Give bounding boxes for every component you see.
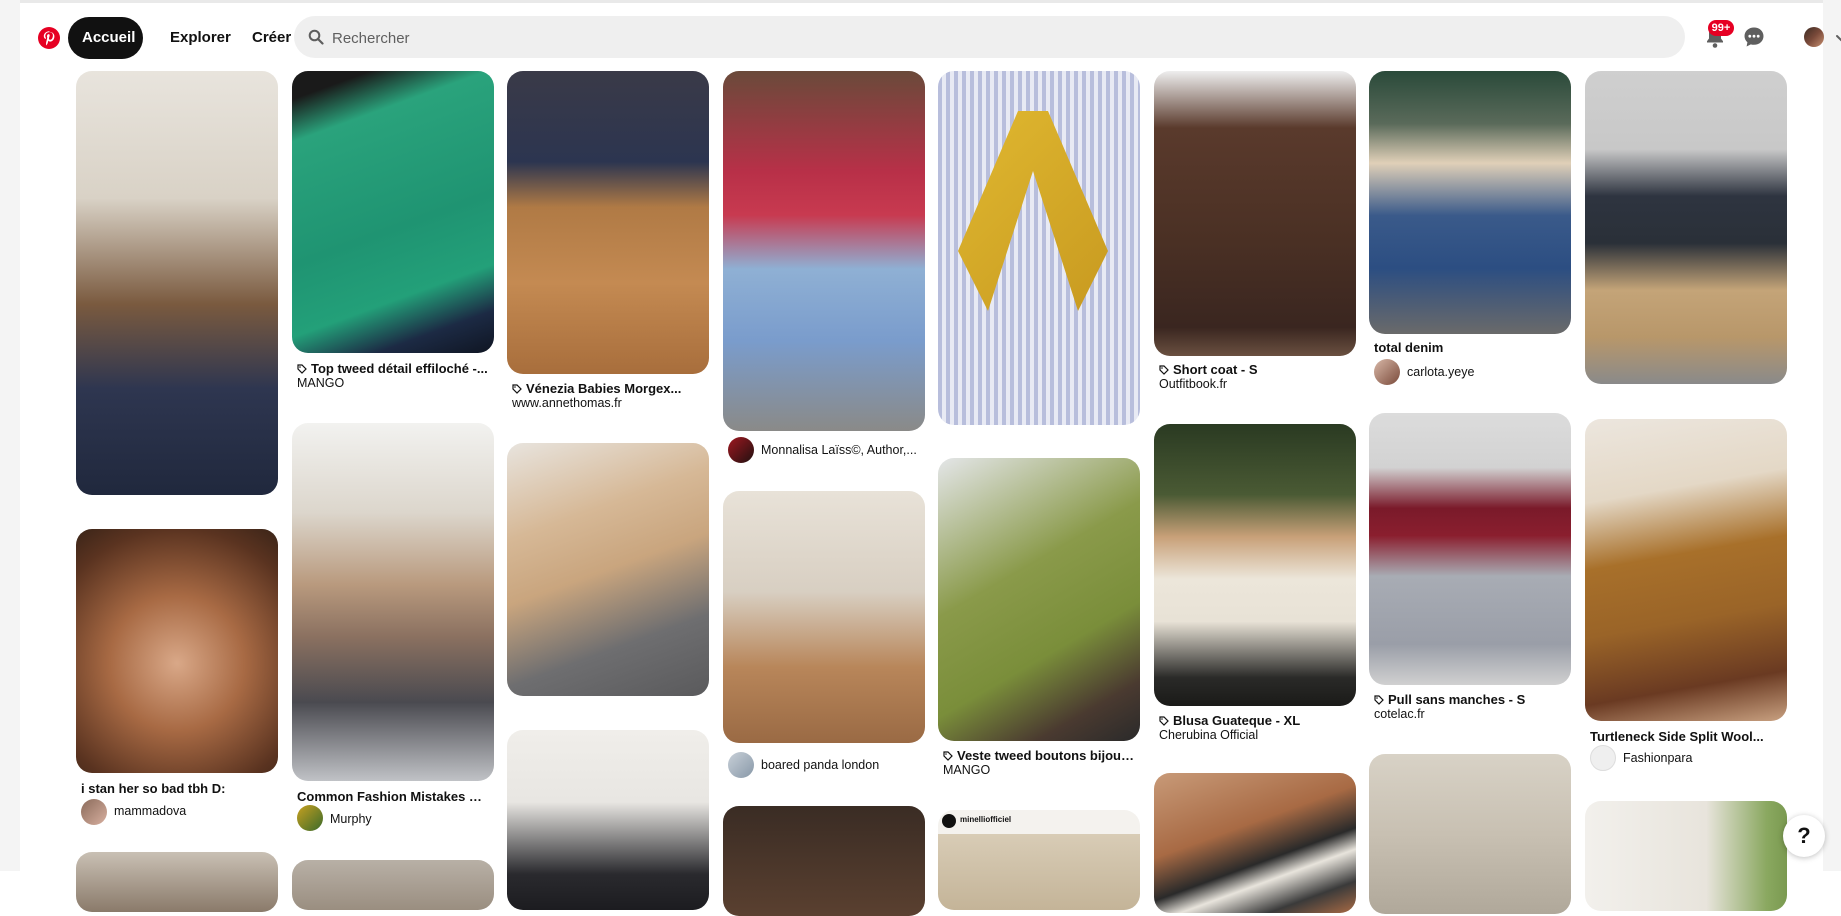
pin-title[interactable]: Pull sans manches - S — [1374, 692, 1566, 707]
nav-home-button[interactable]: Accueil — [68, 17, 143, 59]
creator-avatar[interactable] — [297, 805, 323, 831]
scarf-shape — [958, 111, 1108, 311]
pin-image[interactable] — [292, 71, 494, 353]
pin-source[interactable]: www.annethomas.fr — [512, 396, 622, 410]
account-name: minelliofficiel — [960, 815, 1012, 824]
pin-image[interactable] — [507, 443, 709, 696]
creator-name[interactable]: mammadova — [114, 804, 186, 818]
pin-title[interactable]: Turtleneck Side Split Wool... — [1590, 729, 1782, 744]
right-gutter — [1823, 0, 1841, 871]
pin-title-text: Blusa Guateque - XL — [1173, 713, 1301, 728]
pin-image[interactable] — [723, 71, 925, 431]
pin-title-text: Short coat - S — [1173, 362, 1258, 377]
creator-avatar[interactable] — [1590, 745, 1616, 771]
pin-image[interactable] — [1585, 71, 1787, 384]
creator-name[interactable]: boared panda london — [761, 758, 879, 772]
top-navigation-bar: Accueil Explorer Créer 99+ — [20, 3, 1841, 69]
account-avatar — [942, 814, 956, 828]
pin-source[interactable]: MANGO — [297, 376, 344, 390]
search-bar[interactable] — [294, 16, 1685, 60]
pin-title-text: Pull sans manches - S — [1388, 692, 1526, 707]
pin-image[interactable] — [292, 860, 494, 910]
creator-avatar[interactable] — [1374, 359, 1400, 385]
pin-title-text: Vénezia Babies Morgex... — [526, 381, 682, 396]
pin-image[interactable] — [1154, 71, 1356, 356]
creator-name[interactable]: Monnalisa Laïss©, Author,... — [761, 443, 917, 457]
nav-explore-button[interactable]: Explorer — [156, 17, 245, 59]
search-icon — [308, 29, 324, 45]
left-gutter — [0, 0, 20, 871]
creator-avatar[interactable] — [728, 437, 754, 463]
pin-source[interactable]: cotelac.fr — [1374, 707, 1425, 721]
tag-icon — [943, 751, 953, 761]
pin-image[interactable] — [507, 71, 709, 374]
tag-icon — [1374, 695, 1384, 705]
pin-source[interactable]: MANGO — [943, 763, 990, 777]
pin-image[interactable] — [723, 491, 925, 743]
pin-image[interactable] — [1369, 71, 1571, 334]
profile-avatar[interactable] — [1804, 27, 1824, 47]
pin-image[interactable] — [1585, 801, 1787, 911]
pin-image[interactable] — [938, 71, 1140, 425]
pin-title-text: Top tweed détail effiloché -... — [311, 361, 488, 376]
search-input[interactable] — [330, 16, 1664, 60]
pin-image[interactable] — [1154, 424, 1356, 706]
pin-title[interactable]: i stan her so bad tbh D: — [81, 781, 273, 796]
pin-title[interactable]: Short coat - S — [1159, 362, 1351, 377]
pin-image[interactable]: minelliofficiel — [938, 810, 1140, 910]
pin-image[interactable] — [938, 458, 1140, 741]
help-button[interactable]: ? — [1783, 815, 1825, 857]
tag-icon — [1159, 716, 1169, 726]
photo-area — [938, 834, 1140, 910]
pin-image[interactable] — [1585, 419, 1787, 721]
pin-image[interactable] — [723, 806, 925, 916]
pin-title[interactable]: total denim — [1374, 340, 1566, 355]
notifications-badge: 99+ — [1708, 20, 1734, 36]
messages-icon[interactable] — [1740, 23, 1768, 51]
pin-title[interactable]: Vénezia Babies Morgex... — [512, 381, 704, 396]
pin-title[interactable]: Blusa Guateque - XL — [1159, 713, 1351, 728]
creator-name[interactable]: Fashionpara — [1623, 751, 1693, 765]
pin-image[interactable] — [1369, 754, 1571, 914]
chevron-down-icon[interactable] — [1835, 32, 1841, 44]
pin-image[interactable] — [76, 529, 278, 773]
pin-image[interactable] — [76, 852, 278, 912]
tag-icon — [297, 364, 307, 374]
creator-name[interactable]: Murphy — [330, 812, 372, 826]
pin-title[interactable]: Top tweed détail effiloché -... — [297, 361, 489, 376]
pin-source[interactable]: Outfitbook.fr — [1159, 377, 1227, 391]
pin-image[interactable] — [292, 423, 494, 781]
pin-image[interactable] — [76, 71, 278, 495]
pin-image[interactable] — [507, 730, 709, 910]
pin-image[interactable] — [1369, 413, 1571, 685]
tag-icon — [1159, 365, 1169, 375]
pin-title[interactable]: Common Fashion Mistakes Tha... — [297, 789, 489, 804]
pin-image[interactable] — [1154, 773, 1356, 913]
pin-title[interactable]: Veste tweed boutons bijoux ... — [943, 748, 1135, 763]
pinterest-logo-icon[interactable] — [37, 26, 61, 50]
creator-avatar[interactable] — [81, 799, 107, 825]
creator-name[interactable]: carlota.yeye — [1407, 365, 1474, 379]
creator-avatar[interactable] — [728, 752, 754, 778]
pin-title-text: Veste tweed boutons bijoux ... — [957, 748, 1135, 763]
pin-source[interactable]: Cherubina Official — [1159, 728, 1258, 742]
tag-icon — [512, 384, 522, 394]
